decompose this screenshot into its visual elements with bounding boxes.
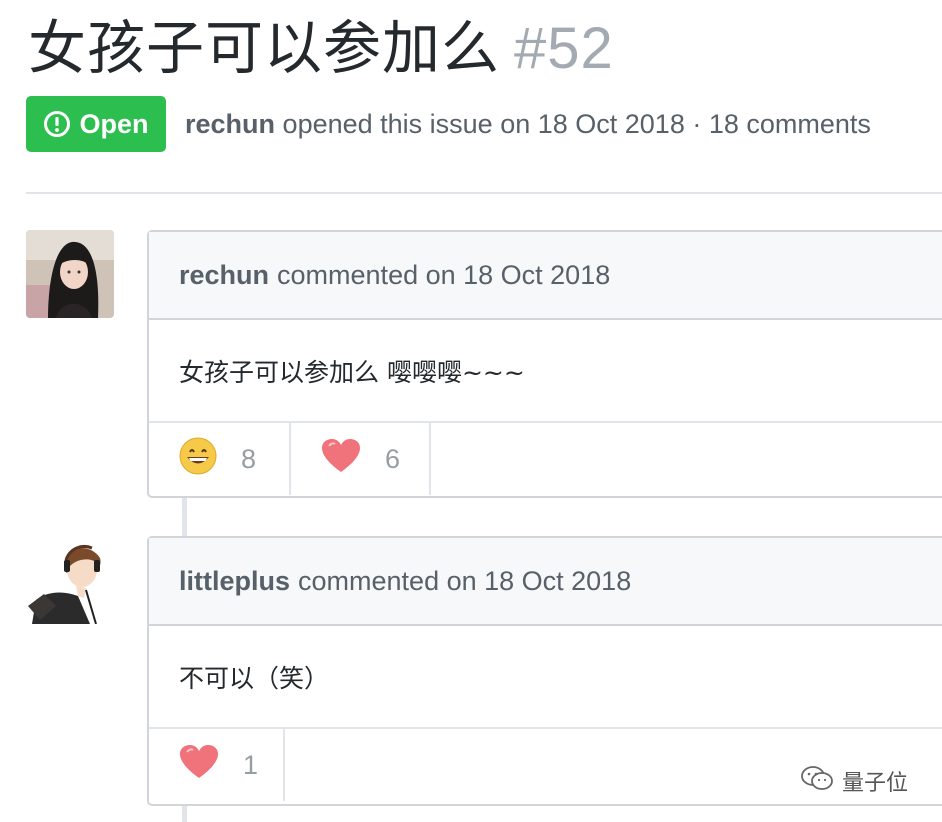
comment-date[interactable]: commented on 18 Oct 2018 [298,566,631,597]
comment-rechun: rechun commented on 18 Oct 2018 女孩子可以参加么 … [147,230,942,498]
heart-emoji-icon [321,438,361,481]
avatar-littleplus[interactable] [26,536,114,624]
reaction-count: 1 [243,749,259,780]
issue-opened-icon [43,110,71,138]
avatar-rechun[interactable] [26,230,114,318]
watermark-text: 量子位 [842,771,909,796]
comment-author-link[interactable]: rechun [179,260,269,291]
comment-header: littleplus commented on 18 Oct 2018 [149,538,942,626]
issue-title: 女孩子可以参加么 #52 [28,8,614,89]
comment-body: 不可以（笑） [149,626,942,729]
issue-number: #52 [514,16,614,81]
issue-title-text: 女孩子可以参加么 [28,14,501,82]
issue-state-badge: Open [26,96,166,152]
comment-body: 女孩子可以参加么 嘤嘤嘤~~~ [149,320,942,423]
reaction-count: 8 [241,443,257,474]
reaction-heart[interactable]: 6 [291,423,431,495]
grinning-face-emoji-icon [179,437,217,482]
comment-author-link[interactable]: littleplus [179,566,290,597]
issue-author-link[interactable]: rechun [185,109,275,139]
issue-page: 女孩子可以参加么 #52 Open rechun opened this issu… [0,0,942,822]
issue-meta-text: opened this issue on 18 Oct 2018 · 18 co… [282,109,871,139]
reaction-heart[interactable]: 1 [149,729,285,801]
watermark: 量子位 [800,764,908,798]
reaction-count: 6 [385,443,401,474]
timeline-connector [182,806,187,822]
timeline-connector [182,498,187,536]
heart-emoji-icon [179,744,219,787]
header-divider [26,192,942,194]
issue-meta: rechun opened this issue on 18 Oct 2018 … [185,104,871,144]
comment-header: rechun commented on 18 Oct 2018 [149,232,942,320]
issue-state-label: Open [79,108,149,139]
reactions-bar: 8 6 [149,423,942,495]
wechat-icon [800,764,834,798]
reaction-grinning-face[interactable]: 8 [149,423,291,495]
comment-date[interactable]: commented on 18 Oct 2018 [277,260,610,291]
